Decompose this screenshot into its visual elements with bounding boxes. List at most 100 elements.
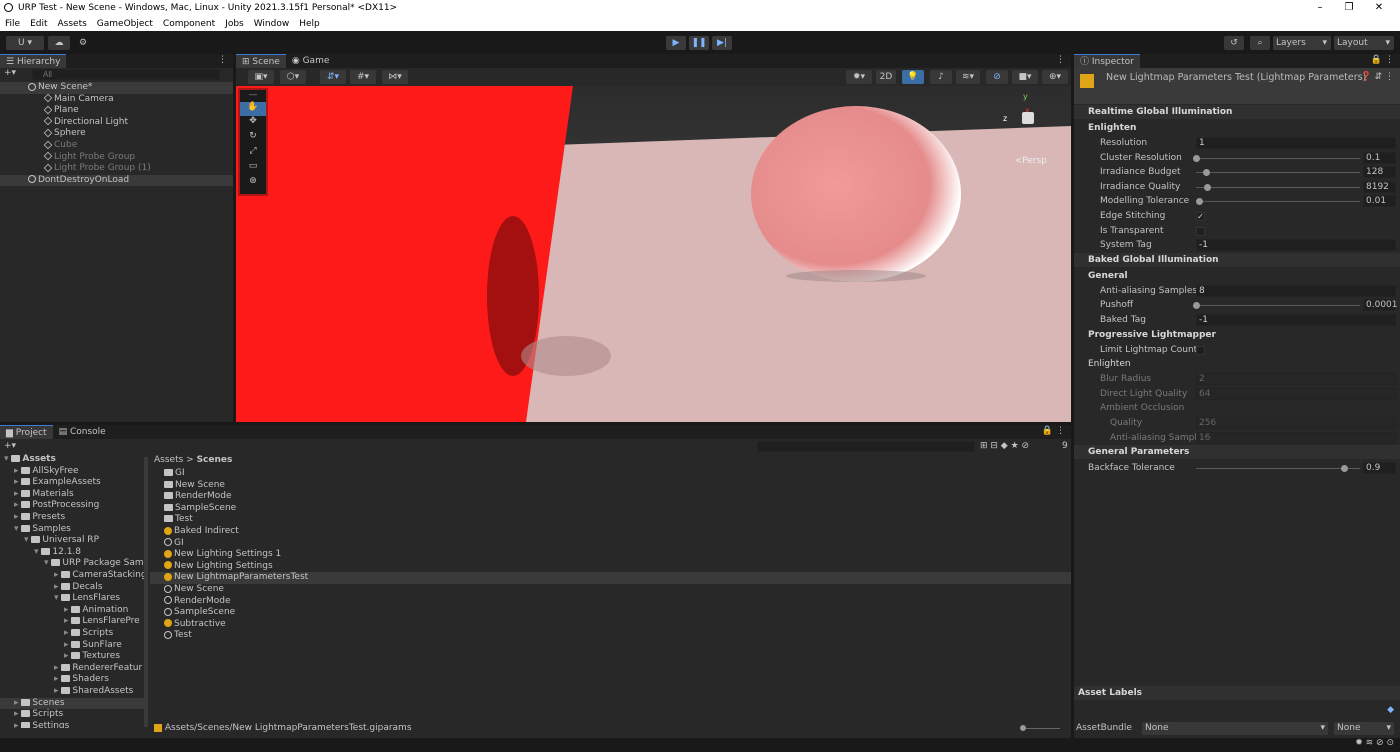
file-item[interactable]: SampleScene xyxy=(150,503,1071,515)
chevron-icon[interactable]: ▸ xyxy=(54,686,61,696)
folder-tree-item[interactable]: ▾ Assets xyxy=(0,454,145,466)
maximize-button[interactable]: ❐ xyxy=(1334,0,1364,16)
folder-tree-item[interactable]: ▸ Shaders xyxy=(0,674,145,686)
file-item[interactable]: New Scene xyxy=(150,480,1071,492)
search-icon[interactable]: ⌕ xyxy=(1250,36,1270,50)
hierarchy-item[interactable]: Plane xyxy=(0,105,233,117)
chevron-icon[interactable]: ▾ xyxy=(4,454,11,464)
menu-window[interactable]: Window xyxy=(249,19,295,29)
account-button[interactable]: U ▾ xyxy=(6,36,44,50)
section-header[interactable]: General Parameters xyxy=(1074,445,1400,460)
property-value-field[interactable]: -1 xyxy=(1196,239,1396,252)
slider-knob[interactable] xyxy=(1340,465,1348,473)
chevron-icon[interactable]: ▸ xyxy=(54,570,61,580)
hierarchy-item[interactable]: Light Probe Group xyxy=(0,152,233,164)
folder-tree-item[interactable]: ▸ LensFlarePre xyxy=(0,616,145,628)
hierarchy-item[interactable]: New Scene* xyxy=(0,82,233,94)
hidden-objects-icon[interactable]: ⊘ xyxy=(986,70,1008,84)
chevron-icon[interactable]: ▸ xyxy=(64,616,71,626)
snap-dropdown[interactable]: ⋈▾ xyxy=(382,70,408,84)
file-item[interactable]: Subtractive xyxy=(150,619,1071,631)
tool-palette-handle[interactable]: — xyxy=(240,90,266,102)
folder-tree-item[interactable]: ▸ AllSkyFree xyxy=(0,466,145,478)
slider-knob[interactable] xyxy=(1202,169,1210,177)
breadcrumb-assets[interactable]: Assets xyxy=(154,455,183,465)
file-item[interactable]: GI xyxy=(150,468,1071,480)
slider-value-field[interactable]: 0.0001 xyxy=(1363,299,1398,312)
folder-tree-item[interactable]: ▸ Presets xyxy=(0,512,145,524)
chevron-icon[interactable]: ▸ xyxy=(64,651,71,661)
effects-dropdown[interactable]: ≋▾ xyxy=(956,70,980,84)
hierarchy-item[interactable]: Light Probe Group (1) xyxy=(0,163,233,175)
project-search-input[interactable] xyxy=(757,441,975,452)
panel-menu-icon[interactable]: ⋮ xyxy=(218,55,227,65)
menu-help[interactable]: Help xyxy=(294,19,325,29)
pivot-dropdown[interactable]: ⇵▾ xyxy=(320,70,346,84)
folder-tree-item[interactable]: ▸ Scripts xyxy=(0,628,145,640)
lighting-toggle-icon[interactable]: 💡 xyxy=(902,70,924,84)
slider-knob[interactable] xyxy=(1204,183,1212,191)
asset-bundle-dropdown[interactable]: None ▾ xyxy=(1142,722,1328,735)
chevron-icon[interactable]: ▸ xyxy=(64,605,71,615)
chevron-icon[interactable]: ▸ xyxy=(14,489,21,499)
panel-menu-icon[interactable]: 🔒 ⋮ xyxy=(1371,55,1394,65)
folder-tree-item[interactable]: ▸ CameraStacking xyxy=(0,570,145,582)
hierarchy-item[interactable]: Directional Light xyxy=(0,117,233,129)
folder-tree-item[interactable]: ▸ Animation xyxy=(0,605,145,617)
folder-tree-item[interactable]: ▸ RendererFeatur xyxy=(0,663,145,675)
folder-tree-item[interactable]: ▸ Materials xyxy=(0,489,145,501)
chevron-icon[interactable]: ▸ xyxy=(54,663,61,673)
property-slider[interactable] xyxy=(1193,154,1360,162)
asset-labels-header[interactable]: Asset Labels xyxy=(1074,686,1400,700)
minimize-button[interactable]: – xyxy=(1305,0,1335,16)
chevron-icon[interactable]: ▾ xyxy=(14,524,21,534)
step-button[interactable]: ▶| xyxy=(712,36,732,50)
tab-inspector[interactable]: ⓘ Inspector xyxy=(1074,54,1140,68)
scene-viewport[interactable]: — ✋ ✥ ↻ ⤢ ▭ ⊛ y z x <Persp xyxy=(236,86,1071,422)
mode-2d-button[interactable]: 2D xyxy=(876,70,896,84)
property-slider[interactable] xyxy=(1196,169,1360,177)
collab-icon[interactable]: ⚙ xyxy=(74,36,92,50)
folder-tree-item[interactable]: ▸ Scripts xyxy=(0,709,145,721)
icon-size-slider[interactable] xyxy=(1020,725,1060,731)
history-icon[interactable]: ↺ xyxy=(1224,36,1244,50)
chevron-icon[interactable]: ▸ xyxy=(14,709,21,719)
chevron-icon[interactable]: ▸ xyxy=(14,500,21,510)
play-button[interactable]: ▶ xyxy=(666,36,686,50)
hierarchy-item[interactable]: Sphere xyxy=(0,128,233,140)
folder-tree-item[interactable]: ▾ Samples xyxy=(0,524,145,536)
pause-button[interactable]: ❚❚ xyxy=(689,36,709,50)
grid-dropdown[interactable]: #▾ xyxy=(350,70,376,84)
menu-component[interactable]: Component xyxy=(158,19,220,29)
slider-knob[interactable] xyxy=(1196,198,1204,206)
property-slider[interactable] xyxy=(1196,183,1360,191)
menu-gameobject[interactable]: GameObject xyxy=(92,19,158,29)
tab-hierarchy[interactable]: ☰ Hierarchy xyxy=(0,54,67,68)
chevron-icon[interactable]: ▾ xyxy=(54,593,61,603)
folder-tree-item[interactable]: ▸ Decals xyxy=(0,582,145,594)
file-item[interactable]: Test xyxy=(150,630,1071,642)
filter-icons[interactable]: ⊞ ⊟ ◆ ★ ⊘ xyxy=(980,441,1029,451)
hierarchy-search-input[interactable] xyxy=(32,69,220,80)
menu-jobs[interactable]: Jobs xyxy=(220,19,249,29)
tab-console[interactable]: ▤ Console xyxy=(52,425,112,439)
slider-value-field[interactable]: 8192 xyxy=(1363,180,1396,193)
file-item[interactable]: RenderMode xyxy=(150,491,1071,503)
folder-tree-item[interactable]: ▾ 12.1.8 xyxy=(0,547,145,559)
orientation-gizmo[interactable]: y z x xyxy=(1003,92,1053,152)
section-header[interactable]: Realtime Global Illumination xyxy=(1074,105,1400,119)
hierarchy-item[interactable]: DontDestroyOnLoad xyxy=(0,174,233,187)
create-icon[interactable]: +▾ xyxy=(4,441,16,451)
folder-tree-item[interactable]: ▸ SunFlare xyxy=(0,640,145,652)
slider-knob[interactable] xyxy=(1193,302,1200,310)
property-checkbox[interactable]: ✓ xyxy=(1196,212,1205,221)
menu-file[interactable]: File xyxy=(0,19,25,29)
rect-tool-icon[interactable]: ▭ xyxy=(240,161,266,176)
move-tool-icon[interactable]: ✥ xyxy=(240,116,266,131)
tab-game[interactable]: ◉ Game xyxy=(285,54,336,68)
chevron-icon[interactable]: ▸ xyxy=(14,477,21,487)
file-item[interactable]: Test xyxy=(150,514,1071,526)
chevron-icon[interactable]: ▸ xyxy=(64,628,71,638)
transform-tool-icon[interactable]: ⊛ xyxy=(240,176,266,191)
file-item[interactable]: GI xyxy=(150,538,1071,550)
